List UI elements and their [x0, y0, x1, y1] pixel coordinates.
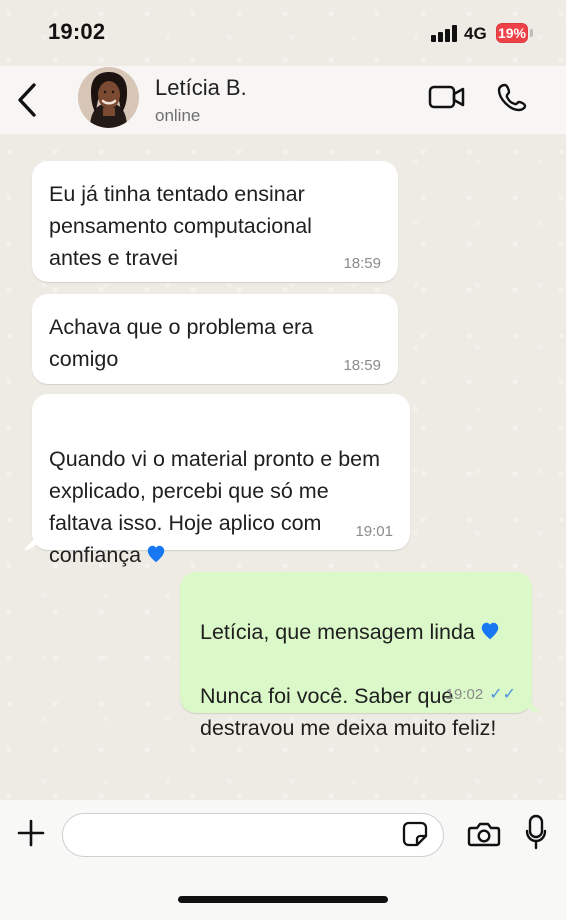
- network-label: 4G: [464, 24, 487, 43]
- message-time-value: 19:02: [445, 686, 484, 703]
- chat-header: Letícia B. online: [0, 66, 566, 134]
- signal-strength-icon: [431, 25, 458, 42]
- bubble-tail: [524, 695, 540, 713]
- contact-status: online: [155, 106, 201, 125]
- message-time: 19:01: [355, 523, 393, 540]
- microphone-button[interactable]: [524, 814, 548, 850]
- message-time: 18:59: [343, 255, 381, 272]
- plus-icon: [17, 819, 45, 847]
- message-text-content: Letícia, que mensagem linda: [200, 620, 475, 644]
- message-list: Eu já tinha tentado ensinar pensamento c…: [0, 140, 566, 800]
- home-indicator: [178, 896, 388, 903]
- battery-icon: 19%: [496, 23, 528, 43]
- blue-heart-icon: [481, 622, 499, 640]
- message-text: Achava que o problema era comigo: [49, 315, 314, 371]
- message-bubble-outgoing[interactable]: Letícia, que mensagem linda Nunca foi vo…: [180, 572, 540, 740]
- video-camera-icon: [428, 85, 465, 109]
- video-call-button[interactable]: [428, 84, 466, 110]
- blue-heart-icon: [147, 545, 165, 563]
- message-input[interactable]: [62, 813, 444, 857]
- status-bar: 19:02 4G 19%: [0, 0, 566, 66]
- bubble-tail: [24, 532, 40, 550]
- message-bubble-incoming[interactable]: Achava que o problema era comigo 18:59: [32, 294, 398, 384]
- camera-icon: [467, 822, 501, 847]
- battery-cap: [530, 29, 533, 37]
- contact-name[interactable]: Letícia B.: [155, 75, 247, 101]
- message-bubble-incoming[interactable]: Eu já tinha tentado ensinar pensamento c…: [32, 161, 398, 282]
- message-text: Eu já tinha tentado ensinar pensamento c…: [49, 182, 312, 270]
- phone-icon: [497, 83, 527, 112]
- chevron-left-icon: [18, 83, 36, 117]
- microphone-icon: [525, 814, 547, 850]
- contact-avatar[interactable]: [78, 67, 139, 128]
- double-check-icon: ✓✓: [489, 686, 516, 703]
- message-text: Letícia, que mensagem linda Nunca foi vo…: [200, 584, 501, 744]
- avatar-photo: [78, 67, 139, 128]
- back-button[interactable]: [10, 80, 46, 120]
- attach-button[interactable]: [16, 818, 46, 848]
- sticker-button[interactable]: [402, 821, 428, 847]
- voice-call-button[interactable]: [497, 82, 527, 112]
- status-time: 19:02: [48, 19, 106, 44]
- camera-button[interactable]: [467, 821, 501, 847]
- message-time: 19:02 ✓✓: [446, 684, 516, 704]
- message-bubble-incoming[interactable]: Quando vi o material pronto e bem explic…: [24, 394, 410, 567]
- message-time: 18:59: [343, 357, 381, 374]
- sticker-icon: [402, 821, 428, 847]
- message-text: Quando vi o material pronto e bem explic…: [49, 411, 380, 571]
- message-text-content: Quando vi o material pronto e bem explic…: [49, 447, 381, 567]
